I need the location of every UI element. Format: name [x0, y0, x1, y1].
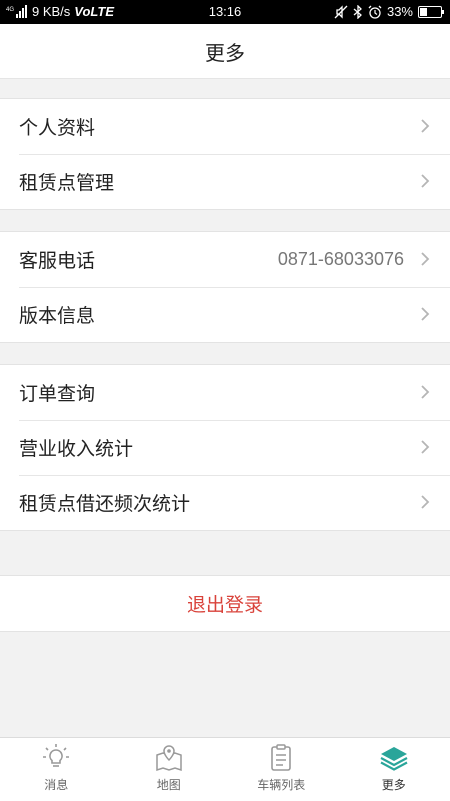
row-service-phone[interactable]: 客服电话 0871-68033076	[0, 232, 450, 287]
chevron-right-icon	[417, 494, 433, 510]
tab-vehicle-list[interactable]: 车辆列表	[225, 738, 338, 801]
settings-group-2: 客服电话 0871-68033076 版本信息	[0, 231, 450, 343]
settings-group-3: 订单查询 营业收入统计 租赁点借还频次统计	[0, 364, 450, 531]
settings-group-1: 个人资料 租赁点管理	[0, 98, 450, 210]
row-label: 个人资料	[19, 113, 95, 140]
page-title: 更多	[0, 24, 450, 79]
service-phone-number: 0871-68033076	[278, 249, 404, 270]
chevron-right-icon	[417, 173, 433, 189]
row-borrow-return-stats[interactable]: 租赁点借还频次统计	[0, 475, 450, 530]
row-revenue-stats[interactable]: 营业收入统计	[0, 420, 450, 475]
bluetooth-icon	[353, 5, 363, 19]
battery-percent: 33%	[387, 4, 413, 19]
lightbulb-icon	[41, 743, 71, 773]
row-rental-point-management[interactable]: 租赁点管理	[0, 154, 450, 209]
chevron-right-icon	[417, 118, 433, 134]
row-label: 营业收入统计	[19, 434, 133, 461]
logout-button[interactable]: 退出登录	[0, 575, 450, 632]
chevron-right-icon	[417, 384, 433, 400]
tab-label: 消息	[44, 776, 68, 793]
row-label: 客服电话	[19, 246, 95, 273]
alarm-icon	[368, 5, 382, 19]
chevron-right-icon	[417, 306, 433, 322]
clipboard-icon	[266, 743, 296, 773]
tab-more[interactable]: 更多	[338, 738, 450, 801]
tab-map[interactable]: 地图	[113, 738, 226, 801]
status-bar: 4G 9 KB/s VoLTE 13:16 33%	[0, 0, 450, 24]
chevron-right-icon	[417, 251, 433, 267]
row-label: 版本信息	[19, 301, 95, 328]
row-order-query[interactable]: 订单查询	[0, 365, 450, 420]
row-label: 租赁点管理	[19, 168, 114, 195]
chevron-right-icon	[417, 439, 433, 455]
tab-label: 更多	[382, 776, 406, 793]
bottom-tab-bar: 消息 地图 车辆列表 更多	[0, 737, 450, 801]
mute-icon	[334, 5, 348, 19]
row-label: 订单查询	[19, 379, 95, 406]
row-profile[interactable]: 个人资料	[0, 99, 450, 154]
battery-icon	[418, 6, 442, 18]
map-pin-icon	[154, 743, 184, 773]
tab-label: 车辆列表	[257, 776, 305, 793]
tab-label: 地图	[157, 776, 181, 793]
row-version-info[interactable]: 版本信息	[0, 287, 450, 342]
battery-fill	[420, 8, 427, 16]
row-label: 租赁点借还频次统计	[19, 489, 190, 516]
layers-icon	[379, 743, 409, 773]
tab-messages[interactable]: 消息	[0, 738, 113, 801]
